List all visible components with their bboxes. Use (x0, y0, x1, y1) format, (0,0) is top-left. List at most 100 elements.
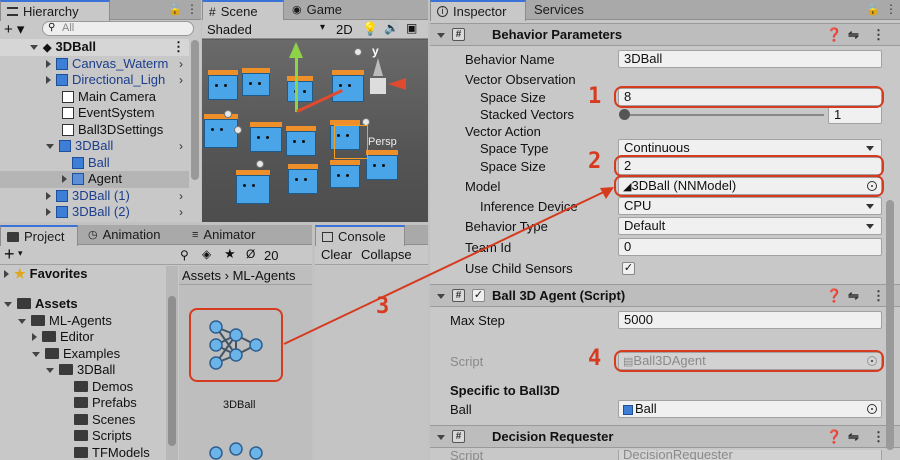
help-icon[interactable]: ❓ (826, 24, 842, 46)
audio-icon[interactable]: 🔊 (384, 21, 399, 35)
assets-label: Assets (35, 296, 78, 311)
help-icon[interactable]: ❓ (826, 426, 842, 448)
stacked-vectors-slider-track[interactable] (624, 114, 824, 116)
stacked-vectors-value: 1 (834, 107, 842, 122)
folder-row[interactable]: Editor (0, 329, 166, 346)
component-title: Ball 3D Agent (Script) (492, 288, 626, 303)
behavior-name-label: Behavior Name (465, 52, 555, 67)
folder-label: Editor (60, 329, 94, 344)
tab-scene-label: Scene (220, 3, 258, 19)
team-id-value: 0 (624, 239, 632, 254)
folder-row[interactable]: Scripts (0, 428, 166, 445)
info-icon: i (437, 6, 448, 17)
tab-game[interactable]: ◉ Game (286, 0, 348, 20)
inspector-scrollbar[interactable] (886, 200, 894, 450)
effects-icon[interactable]: ▣ (406, 21, 417, 35)
scene-tabbar: # Scene ◉ Game (202, 0, 428, 21)
more-options-icon[interactable]: ⋮ (872, 285, 885, 307)
prefab-icon (623, 405, 633, 415)
script-label: Script (450, 450, 484, 460)
annotation-number: 1 (588, 84, 602, 109)
behavior-type-row: Behavior Type Default (0, 217, 900, 236)
help-icon[interactable]: ❓ (826, 285, 842, 307)
tab-inspector-label: Inspector (453, 3, 507, 19)
space-type-value: Continuous (624, 140, 690, 155)
team-id-field[interactable]: 0 (618, 238, 882, 256)
space-type-label: Space Type (480, 141, 549, 156)
team-id-label: Team Id (465, 240, 512, 255)
tab-game-label: Game (306, 2, 343, 17)
script-label: Script (450, 354, 484, 369)
component-title: Behavior Parameters (492, 27, 623, 42)
preset-icon[interactable]: ⇋ (848, 426, 859, 448)
max-step-value: 5000 (624, 312, 653, 327)
gamepad-icon: ◉ (292, 4, 302, 16)
script-icon: # (452, 430, 465, 443)
foldout-icon[interactable] (437, 294, 445, 299)
use-child-sensors-checkbox[interactable]: ✓ (622, 262, 635, 275)
component-enabled-checkbox[interactable]: ✓ (472, 289, 485, 302)
specific-header-row: Specific to Ball3D (0, 381, 900, 400)
object-picker-icon[interactable] (867, 404, 877, 414)
annotation-number: 2 (588, 149, 602, 174)
tab-scene[interactable]: # Scene (202, 0, 284, 21)
toggle-2d-button[interactable]: 2D (336, 22, 353, 37)
foldout-icon[interactable] (437, 33, 445, 38)
team-id-row: Team Id 0 (0, 238, 900, 257)
decision-requester-header[interactable]: # Decision Requester ❓ ⇋ ⋮ (430, 425, 900, 448)
ball-label: Ball (450, 402, 472, 417)
decision-script-field: DecisionRequester (618, 450, 882, 460)
highlight-script-field (614, 350, 884, 372)
inspector-tabbar: i Inspector Services 🔒 ⋮ (430, 0, 900, 21)
create-dropdown[interactable]: + ▾ (4, 20, 24, 38)
ball-value: Ball (635, 401, 657, 416)
shading-dropdown[interactable]: Shaded (207, 22, 252, 37)
ball-3d-agent-header[interactable]: # ✓ Ball 3D Agent (Script) ❓ ⇋ ⋮ (430, 284, 900, 307)
expand-icon[interactable] (32, 333, 37, 341)
preset-icon[interactable]: ⇋ (848, 24, 859, 46)
behavior-type-dropdown[interactable]: Default (618, 217, 882, 235)
shading-dropdown-arrow[interactable]: ▾ (320, 22, 325, 33)
use-child-sensors-label: Use Child Sensors (465, 261, 573, 276)
folder-icon (42, 331, 56, 342)
max-step-field[interactable]: 5000 (618, 311, 882, 329)
tab-hierarchy-label: Hierarchy (23, 3, 79, 19)
tab-inspector[interactable]: i Inspector (430, 0, 526, 21)
hierarchy-toolbar: + ▾ ⚲ All (0, 20, 201, 38)
more-options-icon[interactable]: ⋮ (872, 426, 885, 448)
more-options-icon[interactable]: ⋮ (872, 24, 885, 46)
section-heading: Specific to Ball3D (450, 383, 560, 398)
lighting-icon[interactable]: 💡 (362, 21, 378, 37)
inference-device-label: Inference Device (480, 199, 578, 214)
behavior-type-value: Default (624, 218, 666, 233)
folder-label: Scripts (92, 428, 132, 443)
expand-icon[interactable] (4, 302, 12, 307)
lock-icon[interactable]: 🔒 (866, 3, 880, 16)
max-step-row: Max Step 5000 (0, 311, 900, 330)
scene-toolbar: Shaded ▾ 2D 💡 🔊 ▣ (202, 20, 428, 39)
lock-icon[interactable]: 🔒 (168, 3, 182, 16)
folder-icon (17, 298, 31, 309)
script-value: DecisionRequester (623, 450, 733, 460)
behavior-name-value: 3DBall (624, 51, 663, 66)
script-icon: # (452, 28, 465, 41)
search-placeholder: All (62, 22, 75, 34)
hierarchy-search[interactable]: ⚲ All (42, 21, 194, 36)
behavior-name-field[interactable]: 3DBall (618, 50, 882, 68)
ball-field-row: Ball Ball (0, 400, 900, 419)
stacked-vectors-slider-thumb[interactable] (619, 109, 630, 120)
behavior-parameters-header[interactable]: # Behavior Parameters ❓ ⇋ ⋮ (430, 23, 900, 46)
list-icon (7, 7, 18, 16)
more-options-icon[interactable]: ⋮ (186, 2, 198, 16)
foldout-icon[interactable] (437, 435, 445, 440)
preset-icon[interactable]: ⇋ (848, 285, 859, 307)
tab-services[interactable]: Services (528, 0, 590, 20)
more-options-icon[interactable]: ⋮ (885, 2, 897, 16)
highlight-action-space-size (614, 155, 884, 177)
ball-object-field[interactable]: Ball (618, 400, 882, 418)
max-step-label: Max Step (450, 313, 505, 328)
use-child-sensors-row: Use Child Sensors ✓ (0, 259, 900, 278)
tab-hierarchy[interactable]: Hierarchy (0, 0, 110, 21)
annotation-number: 3 (376, 294, 390, 319)
inference-device-dropdown[interactable]: CPU (618, 197, 882, 215)
